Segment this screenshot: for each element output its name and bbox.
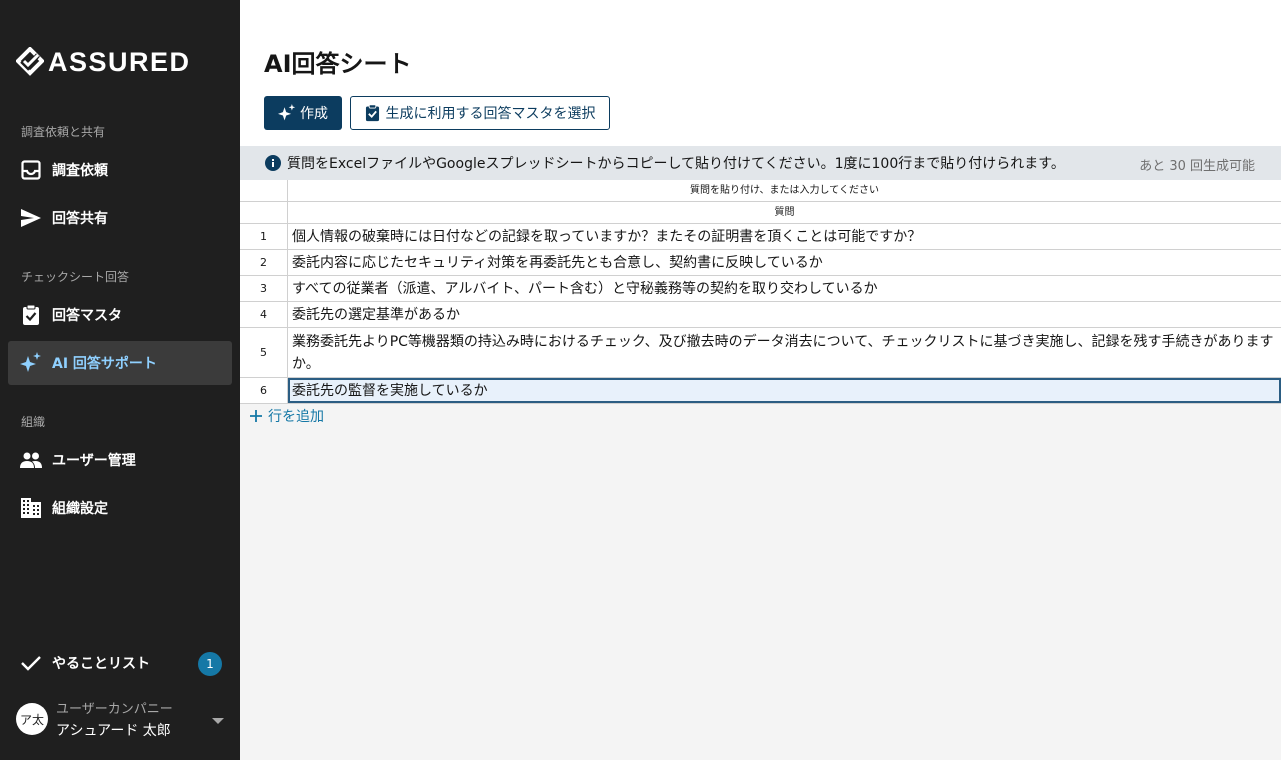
create-button-label: 作成 bbox=[300, 106, 328, 122]
row-number: 3 bbox=[240, 276, 288, 301]
sparkle-icon bbox=[278, 104, 296, 121]
table-row[interactable]: 5 業務委託先よりPC等機器類の持込み時におけるチェック、及び撤去時のデータ消去… bbox=[240, 328, 1281, 378]
add-row-label: 行を追加 bbox=[268, 409, 324, 425]
remaining-generations: あと 30 回生成可能 bbox=[1139, 159, 1255, 174]
send-icon bbox=[19, 206, 43, 230]
select-answer-master-label: 生成に利用する回答マスタを選択 bbox=[385, 106, 596, 122]
inbox-icon bbox=[19, 158, 43, 182]
table-row-selected[interactable]: 6 委託先の監督を実施しているか bbox=[240, 378, 1281, 404]
logo-mark-icon bbox=[16, 47, 44, 76]
sidebar-item-requests[interactable]: 調査依頼 bbox=[8, 148, 232, 192]
sidebar-item-label: 回答共有 bbox=[52, 211, 108, 227]
page-header: AI回答シート 作成 生成に利用する回答マスタを選択 bbox=[240, 0, 1281, 146]
sidebar-item-label: ユーザー管理 bbox=[52, 453, 136, 469]
question-cell[interactable]: 委託先の監督を実施しているか bbox=[288, 378, 1281, 403]
sparkle-icon bbox=[19, 351, 43, 375]
info-text: 質問をExcelファイルやGoogleスプレッドシートからコピーして貼り付けてく… bbox=[287, 156, 1065, 172]
sidebar: ASSURED 調査依頼と共有 調査依頼 回答共有 チェックシート回答 回答マス… bbox=[0, 0, 240, 760]
row-number: 5 bbox=[240, 328, 288, 377]
question-cell[interactable]: 個人情報の破棄時には日付などの記録を取っていますか？またその証明書を頂くことは可… bbox=[288, 224, 1281, 249]
main-content: AI回答シート 作成 生成に利用する回答マスタを選択 質問をExcelファイルや… bbox=[240, 0, 1281, 760]
info-icon bbox=[265, 155, 281, 171]
sidebar-item-ai-support[interactable]: AI 回答サポート bbox=[8, 341, 232, 385]
page-title: AI回答シート bbox=[264, 50, 412, 78]
sidebar-item-org-settings[interactable]: 組織設定 bbox=[8, 486, 232, 530]
sidebar-item-user-management[interactable]: ユーザー管理 bbox=[8, 438, 232, 482]
table-instruction-row: 質問を貼り付け、または入力してください bbox=[240, 180, 1281, 202]
avatar: ア太 bbox=[16, 703, 48, 735]
sidebar-item-share[interactable]: 回答共有 bbox=[8, 196, 232, 240]
clipboard-check-icon bbox=[365, 104, 379, 122]
check-icon bbox=[19, 651, 43, 675]
caret-down-icon[interactable] bbox=[212, 710, 224, 729]
people-icon bbox=[19, 448, 43, 472]
table-row[interactable]: 4 委託先の選定基準があるか bbox=[240, 302, 1281, 328]
table-row[interactable]: 3 すべての従業者（派遣、アルバイト、パート含む）と守秘義務等の契約を取り交わし… bbox=[240, 276, 1281, 302]
sidebar-item-label: AI 回答サポート bbox=[52, 356, 157, 372]
sidebar-item-label: 回答マスタ bbox=[52, 308, 122, 324]
select-answer-master-button[interactable]: 生成に利用する回答マスタを選択 bbox=[350, 96, 610, 130]
question-cell[interactable]: 委託内容に応じたセキュリティ対策を再委託先とも合意し、契約書に反映しているか bbox=[288, 250, 1281, 275]
brand-name: ASSURED bbox=[48, 46, 191, 77]
table-row[interactable]: 2 委託内容に応じたセキュリティ対策を再委託先とも合意し、契約書に反映しているか bbox=[240, 250, 1281, 276]
section-label-requests: 調査依頼と共有 bbox=[21, 125, 106, 139]
todo-label: やることリスト bbox=[52, 656, 150, 672]
section-label-checksheet: チェックシート回答 bbox=[21, 270, 130, 284]
question-text: 業務委託先よりPC等機器類の持込み時におけるチェック、及び撤去時のデータ消去につ… bbox=[292, 333, 1274, 372]
row-number: 6 bbox=[240, 378, 288, 403]
table-header-row: 質問 bbox=[240, 202, 1281, 224]
user-company: ユーザーカンパニー bbox=[56, 702, 173, 717]
building-icon bbox=[19, 496, 43, 520]
question-cell[interactable]: 業務委託先よりPC等機器類の持込み時におけるチェック、及び撤去時のデータ消去につ… bbox=[288, 328, 1281, 377]
table-row[interactable]: 1 個人情報の破棄時には日付などの記録を取っていますか？またその証明書を頂くこと… bbox=[240, 224, 1281, 250]
row-number: 2 bbox=[240, 250, 288, 275]
question-cell[interactable]: 委託先の選定基準があるか bbox=[288, 302, 1281, 327]
user-menu[interactable]: ア太 ユーザーカンパニー アシュアード 太郎 bbox=[16, 696, 232, 742]
table-instruction-header: 質問を貼り付け、または入力してください bbox=[690, 184, 879, 196]
clipboard-check-icon bbox=[19, 303, 43, 327]
sidebar-item-answer-master[interactable]: 回答マスタ bbox=[8, 293, 232, 337]
question-table: 質問を貼り付け、または入力してください 質問 1 個人情報の破棄時には日付などの… bbox=[240, 180, 1281, 404]
todo-list-link[interactable]: やることリスト 1 bbox=[8, 641, 232, 685]
row-number: 4 bbox=[240, 302, 288, 327]
sidebar-item-label: 調査依頼 bbox=[52, 163, 108, 179]
create-button[interactable]: 作成 bbox=[264, 96, 342, 130]
info-banner: 質問をExcelファイルやGoogleスプレッドシートからコピーして貼り付けてく… bbox=[240, 146, 1281, 180]
plus-icon bbox=[250, 410, 262, 422]
row-number: 1 bbox=[240, 224, 288, 249]
user-name: アシュアード 太郎 bbox=[56, 723, 171, 739]
brand-logo[interactable]: ASSURED bbox=[16, 44, 191, 80]
section-label-organization: 組織 bbox=[21, 415, 46, 429]
sidebar-item-label: 組織設定 bbox=[52, 501, 108, 517]
column-header-question: 質問 bbox=[774, 206, 795, 218]
add-row-button[interactable]: 行を追加 bbox=[250, 406, 324, 426]
question-cell[interactable]: すべての従業者（派遣、アルバイト、パート含む）と守秘義務等の契約を取り交わしてい… bbox=[288, 276, 1281, 301]
todo-count-badge: 1 bbox=[198, 652, 222, 676]
